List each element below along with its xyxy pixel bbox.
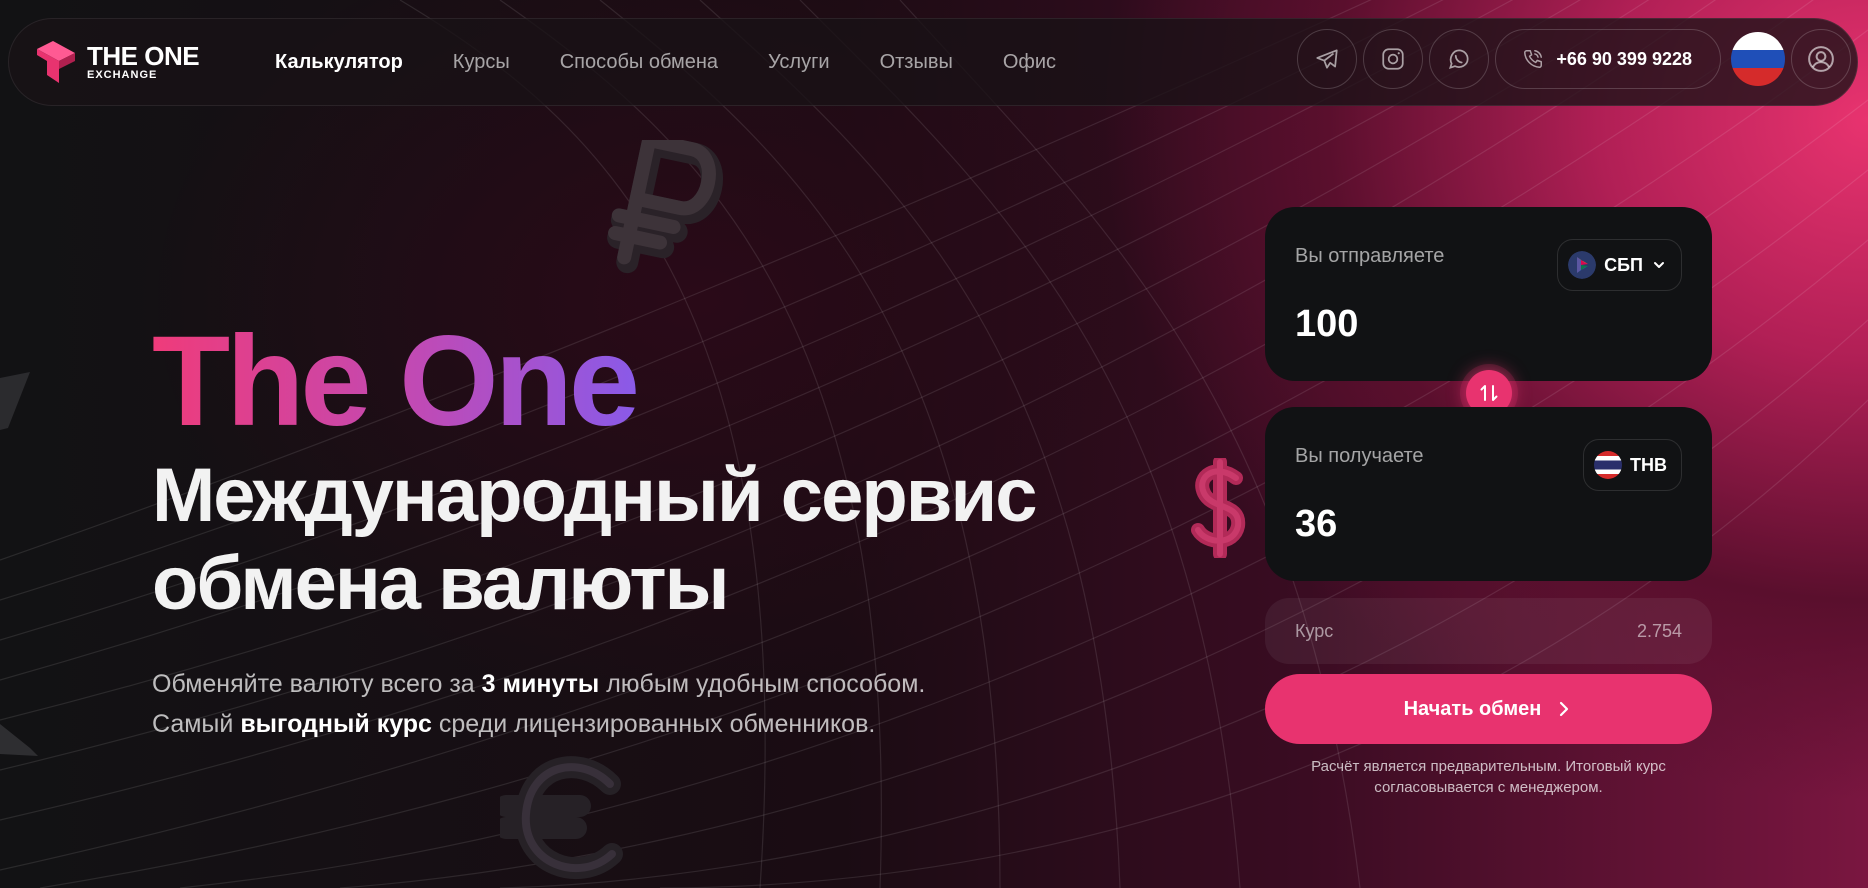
user-icon	[1808, 46, 1834, 72]
logo-title: THE ONE	[87, 41, 200, 71]
shape-decoration-left	[0, 372, 30, 430]
send-label: Вы отправляете	[1295, 245, 1445, 267]
telegram-button[interactable]	[1297, 29, 1358, 89]
whatsapp-button[interactable]	[1429, 29, 1490, 89]
hero-title: Международный сервис обмена валюты	[152, 452, 1132, 628]
chevron-down-icon	[1654, 262, 1664, 268]
chevron-right-icon	[1560, 701, 1569, 717]
disclaimer-line-2: согласовывается с менеджером.	[1374, 779, 1603, 796]
phone-number: +66 90 399 9228	[1556, 48, 1692, 69]
hero-brand: The One	[152, 310, 640, 453]
main-nav: Калькулятор Курсы Способы обмена Услуги …	[275, 51, 1106, 74]
send-amount-input[interactable]	[1295, 303, 1555, 346]
ruble-symbol-decoration	[607, 140, 723, 274]
swap-arrows-icon	[1480, 385, 1498, 401]
whatsapp-icon	[1449, 49, 1469, 70]
rate-row: Курс 2.754	[1265, 598, 1712, 664]
receive-card: Вы получаете THB	[1265, 407, 1712, 581]
send-currency-select[interactable]: СБП	[1557, 239, 1682, 291]
subtitle-highlight: 3 минуты	[481, 670, 600, 698]
navbar: THE ONE EXCHANGE Калькулятор Курсы Спосо…	[8, 18, 1858, 106]
start-exchange-label: Начать обмен	[1403, 697, 1542, 720]
subtitle-text: любым удобным способом.	[599, 670, 926, 698]
language-selector[interactable]	[1731, 32, 1785, 86]
disclaimer: Расчёт является предварительным. Итоговы…	[1265, 756, 1712, 798]
start-exchange-button[interactable]: Начать обмен	[1265, 674, 1712, 744]
russia-flag-icon	[1731, 32, 1785, 86]
sbp-icon	[1568, 251, 1597, 279]
nav-item-rates[interactable]: Курсы	[453, 51, 510, 74]
logo[interactable]: THE ONE EXCHANGE	[33, 39, 223, 85]
hero-subtitle: Обменяйте валюту всего за 3 минуты любым…	[152, 664, 925, 744]
instagram-button[interactable]	[1363, 29, 1424, 89]
nav-item-office[interactable]: Офис	[1003, 51, 1056, 74]
receive-currency-label: THB	[1630, 454, 1667, 475]
receive-label: Вы получаете	[1295, 445, 1424, 467]
nav-actions: +66 90 399 9228	[1297, 29, 1851, 89]
receive-amount-input[interactable]	[1295, 503, 1555, 546]
nav-item-calculator[interactable]: Калькулятор	[275, 51, 403, 74]
phone-icon	[1524, 50, 1543, 68]
account-button[interactable]	[1791, 29, 1851, 89]
send-card: Вы отправляете СБП	[1265, 207, 1712, 381]
nav-item-reviews[interactable]: Отзывы	[880, 51, 953, 74]
nav-item-exchange-methods[interactable]: Способы обмена	[560, 51, 718, 74]
thailand-flag-icon	[1594, 451, 1622, 479]
send-currency-label: СБП	[1604, 254, 1643, 275]
hero-subtitle-line-1: Обменяйте валюту всего за 3 минуты любым…	[152, 664, 925, 704]
rate-label: Курс	[1295, 620, 1334, 641]
subtitle-text: Самый	[152, 710, 241, 738]
disclaimer-line-1: Расчёт является предварительным. Итоговы…	[1311, 758, 1666, 775]
rate-value: 2.754	[1636, 620, 1682, 641]
instagram-icon	[1382, 48, 1404, 70]
hero-title-line-2: обмена валюты	[152, 541, 730, 626]
logo-subtitle: EXCHANGE	[87, 69, 158, 81]
subtitle-text: Обменяйте валюту всего за	[152, 670, 482, 698]
hero-title-line-1: Международный сервис	[152, 453, 1037, 538]
subtitle-highlight: выгодный курс	[240, 710, 432, 738]
nav-item-services[interactable]: Услуги	[768, 51, 830, 74]
logo-icon	[37, 41, 75, 83]
subtitle-text: среди лицензированных обменников.	[431, 710, 876, 738]
receive-currency-select[interactable]: THB	[1583, 439, 1682, 491]
hero-subtitle-line-2: Самый выгодный курс среди лицензированны…	[152, 704, 925, 744]
phone-button[interactable]: +66 90 399 9228	[1495, 29, 1721, 89]
shape-decoration-left-bottom	[0, 724, 38, 756]
telegram-icon	[1316, 49, 1338, 69]
dollar-symbol-decoration	[1191, 458, 1246, 558]
euro-symbol-decoration	[500, 756, 623, 880]
